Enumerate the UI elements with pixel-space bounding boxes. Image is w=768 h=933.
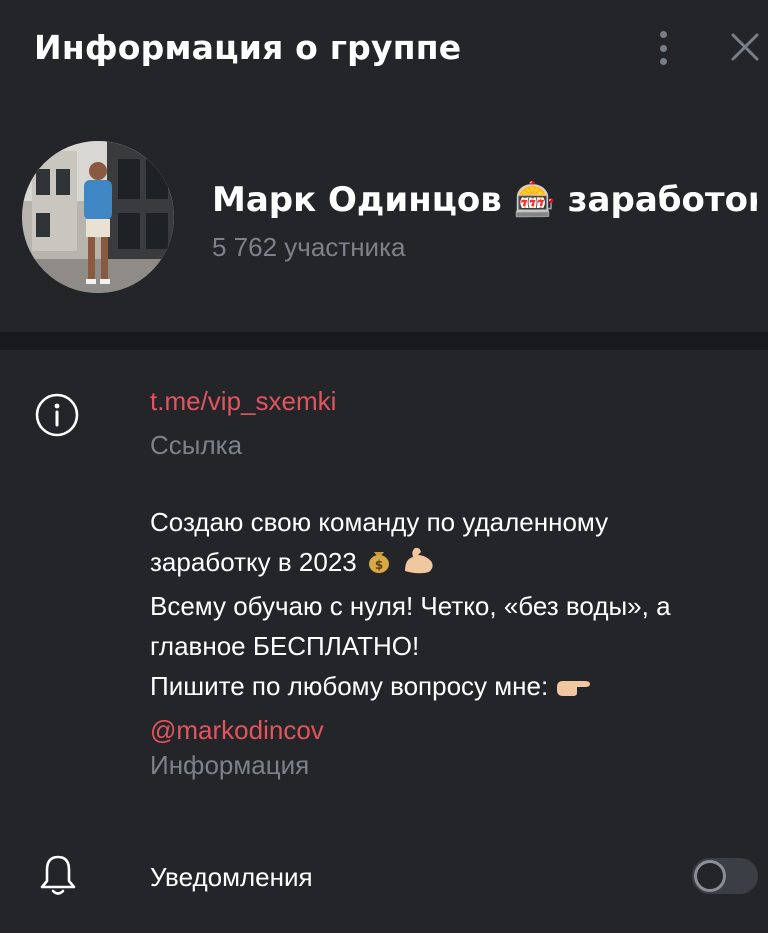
description-line: Всему обучаю с нуля! Четко, «без воды», …	[150, 591, 671, 621]
group-description: Создаю свою команду по удаленному зарабо…	[150, 502, 750, 750]
more-vertical-icon	[659, 31, 667, 38]
flexed-biceps-icon	[401, 545, 437, 586]
money-bag-icon: $	[364, 545, 394, 586]
section-divider	[0, 332, 768, 350]
info-icon	[35, 393, 79, 437]
page-title: Информация о группе	[34, 28, 462, 67]
username-mention-link[interactable]: @markodincov	[150, 710, 750, 750]
close-button[interactable]	[725, 27, 765, 67]
pointing-hand-icon	[555, 670, 593, 710]
member-count: 5 762 участника	[212, 232, 406, 262]
header: Информация о группе	[0, 0, 768, 100]
description-line: Пишите по любому вопросу мне:	[150, 666, 750, 710]
toggle-knob	[694, 860, 726, 892]
notifications-toggle[interactable]	[692, 858, 758, 894]
svg-text:$: $	[375, 558, 383, 572]
close-icon	[731, 33, 759, 61]
avatar[interactable]	[22, 141, 174, 293]
notifications-label: Уведомления	[150, 862, 313, 892]
bell-icon	[40, 855, 76, 895]
description-line: Создаю свою команду по удаленному	[150, 507, 609, 537]
group-profile: Марк Одинцов 🎰 заработок ... 5 762 участ…	[0, 100, 768, 332]
description-line: главное БЕСПЛАТНО!	[150, 631, 420, 661]
description-caption: Информация	[150, 750, 310, 780]
more-options-button[interactable]	[648, 28, 678, 68]
group-link[interactable]: t.me/vip_sxemki	[150, 386, 336, 417]
link-caption: Ссылка	[150, 430, 243, 460]
group-name: Марк Одинцов 🎰 заработок ...	[212, 180, 757, 220]
description-line: заработку в 2023 $	[150, 542, 750, 586]
